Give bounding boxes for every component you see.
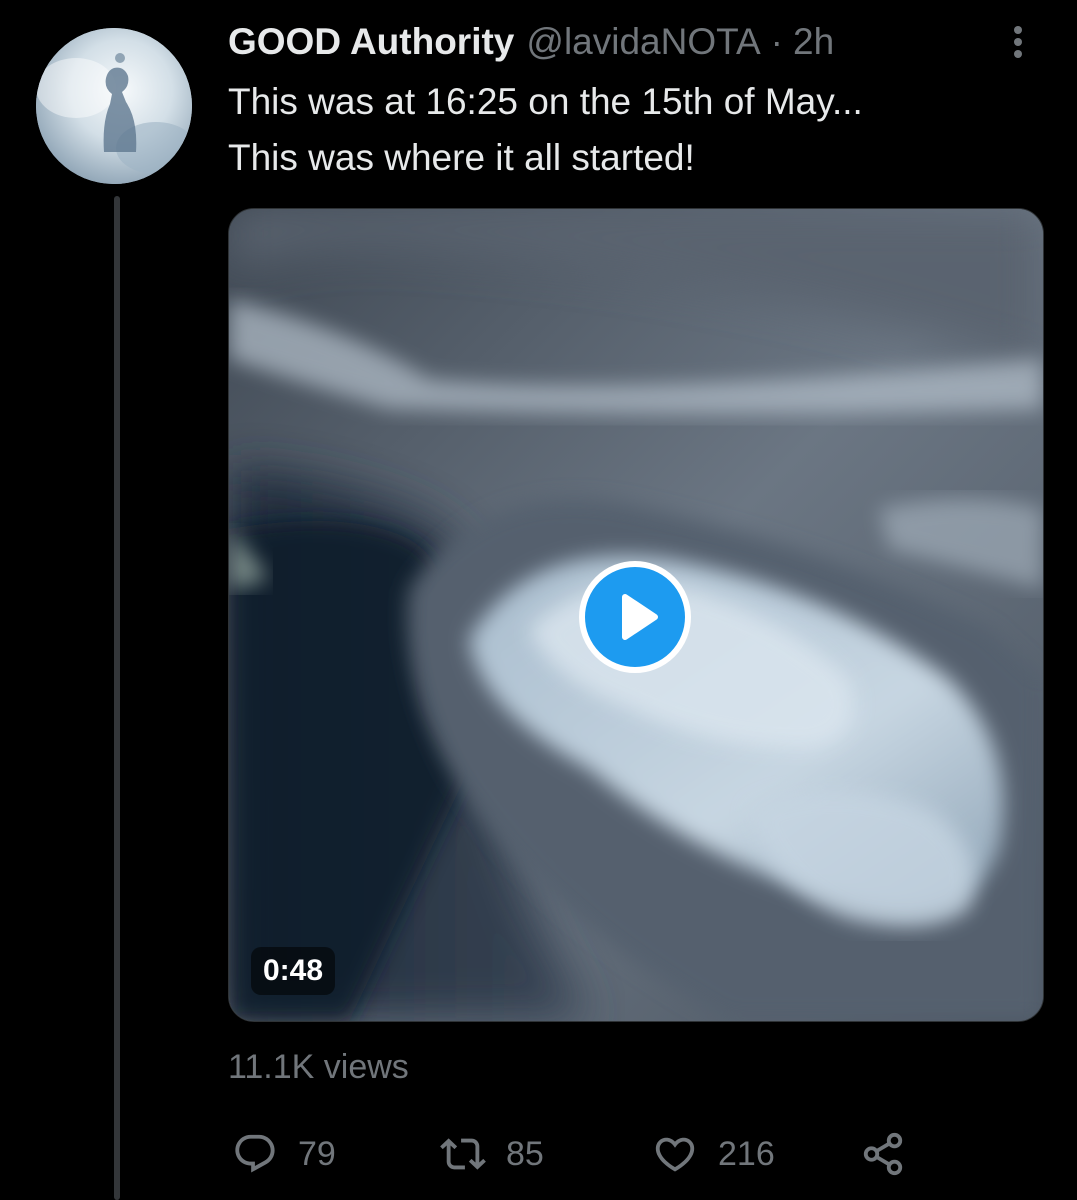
display-name[interactable]: GOOD Authority bbox=[228, 21, 514, 63]
separator-dot: · bbox=[770, 21, 783, 62]
more-vertical-icon[interactable] bbox=[1004, 22, 1032, 62]
reply-bubble-icon bbox=[235, 1134, 275, 1173]
avatar[interactable] bbox=[36, 28, 192, 184]
timestamp[interactable]: 2h bbox=[793, 21, 834, 63]
view-count: 11.1K views bbox=[228, 1048, 409, 1086]
heart-icon bbox=[655, 1137, 695, 1172]
like-button[interactable]: 216 bbox=[652, 1124, 775, 1184]
retweet-count: 85 bbox=[506, 1134, 544, 1173]
play-button[interactable] bbox=[579, 561, 691, 673]
user-handle[interactable]: @lavidaNOTA bbox=[526, 21, 760, 63]
tweet-header: GOOD Authority @lavidaNOTA · 2h bbox=[228, 18, 834, 66]
tweet-text-line-1: This was at 16:25 on the 15th of May... bbox=[228, 81, 863, 122]
video-duration: 0:48 bbox=[251, 947, 336, 995]
retweet-button[interactable]: 85 bbox=[440, 1124, 544, 1184]
play-icon bbox=[622, 594, 658, 640]
like-count: 216 bbox=[718, 1134, 775, 1173]
share-button[interactable] bbox=[860, 1124, 906, 1184]
avatar-image bbox=[36, 28, 192, 184]
action-bar: 79 85 216 bbox=[228, 1124, 928, 1184]
share-icon bbox=[863, 1132, 903, 1176]
thread-line bbox=[114, 196, 120, 1200]
video-player[interactable]: 0:48 bbox=[228, 208, 1044, 1022]
tweet-text-line-2: This was where it all started! bbox=[228, 137, 695, 178]
tweet-text: This was at 16:25 on the 15th of May... … bbox=[228, 74, 1048, 186]
retweet-icon bbox=[440, 1138, 486, 1170]
reply-count: 79 bbox=[298, 1134, 336, 1173]
reply-button[interactable]: 79 bbox=[232, 1124, 336, 1184]
tweet[interactable]: GOOD Authority @lavidaNOTA · 2h This was… bbox=[0, 0, 1077, 1200]
